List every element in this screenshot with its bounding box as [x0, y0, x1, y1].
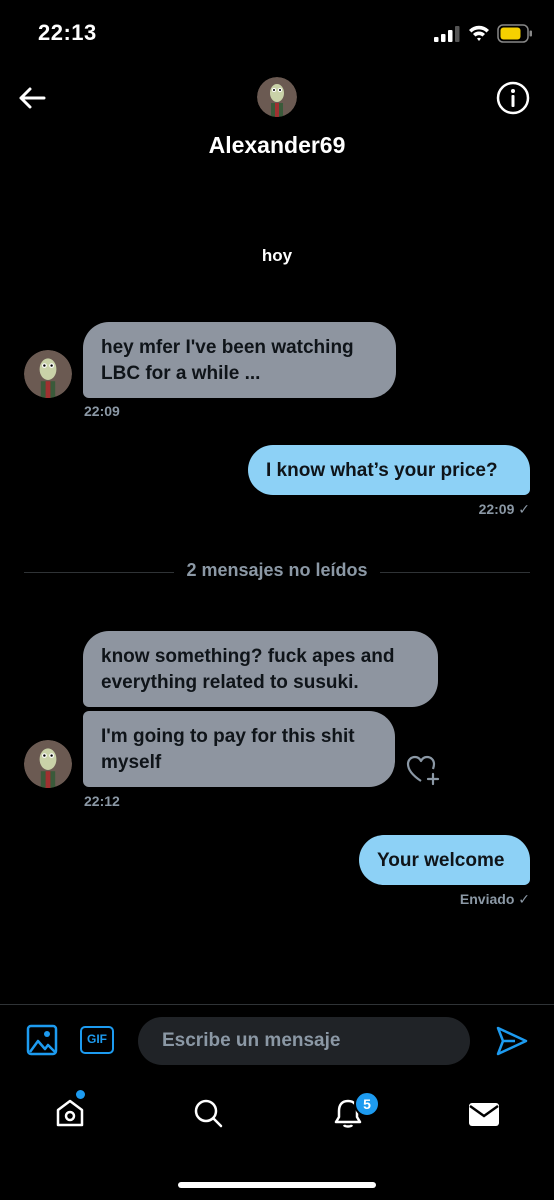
unread-divider: 2 mensajes no leídos: [0, 560, 554, 581]
gif-button[interactable]: GIF: [80, 1026, 114, 1054]
notifications-badge: 5: [354, 1091, 380, 1117]
status-time: 22:13: [38, 20, 97, 45]
contact-avatar[interactable]: [257, 77, 297, 117]
incoming-message[interactable]: hey mfer I've been watching LBC for a wh…: [83, 322, 396, 398]
message-timestamp: 22:09: [84, 403, 120, 419]
message-text-line: I'm going to pay for this shit: [101, 726, 355, 747]
message-status: Enviado ✓: [459, 891, 530, 907]
battery-icon: [497, 24, 532, 43]
message-avatar[interactable]: [24, 740, 72, 788]
messages-envelope-icon[interactable]: [468, 1098, 500, 1130]
home-notification-dot: [76, 1090, 85, 1099]
outgoing-message[interactable]: Your welcome: [359, 835, 530, 885]
composer-divider: [0, 1004, 554, 1005]
like-heart-icon[interactable]: [406, 754, 440, 786]
home-icon[interactable]: [54, 1097, 86, 1129]
contact-name[interactable]: Alexander69: [0, 132, 554, 159]
incoming-message[interactable]: know something? fuck apes and everything…: [83, 631, 438, 707]
message-timestamp: 22:12: [84, 793, 120, 809]
message-input[interactable]: [138, 1017, 470, 1065]
search-icon[interactable]: [192, 1097, 224, 1129]
home-indicator: [178, 1182, 376, 1188]
message-avatar[interactable]: [24, 350, 72, 398]
message-text-line: hey mfer I've been watching: [101, 337, 354, 358]
incoming-message[interactable]: I'm going to pay for this shit myself: [83, 711, 395, 787]
message-text-line: everything related to susuki.: [101, 672, 359, 693]
message-text: Your welcome: [377, 850, 505, 871]
message-text-line: LBC for a while ...: [101, 363, 261, 384]
message-timestamp: 22:09 ✓: [478, 501, 530, 517]
info-icon[interactable]: [495, 80, 531, 116]
message-text: I know what’s your price?: [266, 460, 498, 481]
wifi-icon: [469, 25, 489, 41]
message-text-line: know something? fuck apes and: [101, 646, 395, 667]
date-separator: hoy: [261, 246, 293, 265]
unread-divider-label: 2 mensajes no leídos: [174, 560, 380, 580]
send-icon[interactable]: [495, 1024, 529, 1058]
image-icon[interactable]: [26, 1024, 58, 1056]
signal-icon: [434, 26, 460, 42]
message-text-line: myself: [101, 752, 162, 773]
outgoing-message[interactable]: I know what’s your price?: [248, 445, 530, 495]
back-arrow-icon[interactable]: [14, 80, 50, 116]
